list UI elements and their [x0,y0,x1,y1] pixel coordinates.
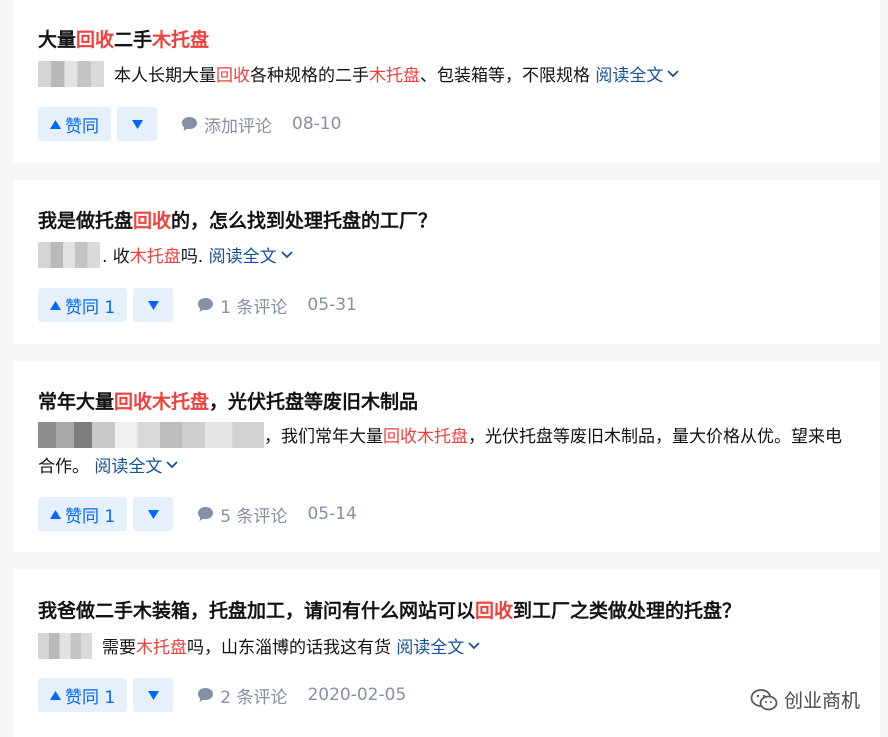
answer-date: 2020-02-05 [307,685,407,705]
upvote-label: 赞同 1 [65,687,116,708]
comment-label: 5 条评论 [220,506,288,527]
downvote-button[interactable] [133,288,174,322]
keyword-highlight: 回收 [133,210,172,232]
text-segment: 到工厂之类做处理的托盘？ [513,600,742,622]
text-segment: 我是做托盘 [38,210,134,232]
chevron-down-icon [468,642,481,650]
answer-excerpt[interactable]: 本人长期大量回收各种规格的二手木托盘、包装箱等，不限规格 阅读全文 [38,61,852,91]
keyword-highlight: 回收木托盘 [114,391,210,413]
question-title[interactable]: 我爸做二手木装箱，托盘加工，请问有什么网站可以回收到工厂之类做处理的托盘？ [38,598,741,624]
downvote-button[interactable] [133,497,174,531]
question-title[interactable]: 大量回收二手木托盘 [38,27,209,53]
triangle-up-icon [50,690,61,700]
text-segment: 常年大量 [38,391,115,413]
text-segment: 、包装箱等，不限规格 [420,66,590,86]
triangle-down-icon [131,119,143,129]
comment-button[interactable]: 添加评论 [181,112,272,137]
excerpt-text: 本人长期大量回收各种规格的二手木托盘、包装箱等，不限规格 [114,66,590,86]
text-segment: 吗. [180,247,204,267]
excerpt-text: 需要木托盘吗，山东淄博的话我这有货 [102,638,391,658]
text-segment: 本人长期大量 [114,66,216,86]
action-bar: 赞同 1 1 条评论 05-31 [38,288,357,322]
text-segment: 各种规格的二手 [250,66,369,86]
comment-label: 2 条评论 [220,687,288,708]
text-segment: ，光伏托盘等废旧木制品 [209,391,419,413]
read-more-link[interactable]: 阅读全文 [595,66,680,86]
answer-card: 常年大量回收木托盘，光伏托盘等废旧木制品 ，我们常年大量回收木托盘，光伏托盘等废… [13,361,880,552]
blurred-author [38,242,100,268]
blurred-author [38,633,92,659]
upvote-label: 赞同 1 [65,297,116,318]
upvote-label: 赞同 [65,116,99,137]
comment-button[interactable]: 2 条评论 [197,683,287,708]
chevron-down-icon [166,461,179,469]
text-segment: 大量 [38,29,77,51]
comment-label: 1 条评论 [220,297,288,318]
answer-date: 05-14 [307,504,357,524]
triangle-up-icon [50,119,61,129]
text-segment: 二手 [114,29,153,51]
watermark: 创业商机 [750,686,860,713]
comment-button[interactable]: 5 条评论 [197,502,287,527]
excerpt-text: . 收木托盘吗. [102,247,203,267]
keyword-highlight: 木托盘 [136,638,187,658]
upvote-button[interactable]: 赞同 1 [38,678,128,712]
blurred-author [38,61,104,87]
comment-bubble-icon [198,688,214,702]
read-more-link[interactable]: 阅读全文 [94,457,179,477]
comment-label: 添加评论 [204,116,272,137]
comment-button[interactable]: 1 条评论 [197,293,287,318]
answer-card: 大量回收二手木托盘 本人长期大量回收各种规格的二手木托盘、包装箱等，不限规格 阅… [13,0,880,163]
keyword-highlight: 回收木托盘 [383,427,468,447]
triangle-down-icon [147,509,159,519]
question-title[interactable]: 常年大量回收木托盘，光伏托盘等废旧木制品 [38,389,418,415]
question-title[interactable]: 我是做托盘回收的，怎么找到处理托盘的工厂？ [38,208,437,234]
blurred-author [38,422,264,448]
comment-bubble-icon [198,298,214,312]
chevron-down-icon [280,251,293,259]
wechat-icon [750,688,778,710]
keyword-highlight: 回收 [475,600,514,622]
triangle-down-icon [147,690,159,700]
text-segment: ，我们常年大量 [264,427,383,447]
keyword-highlight: 木托盘 [129,247,181,267]
downvote-button[interactable] [133,678,174,712]
keyword-highlight: 木托盘 [152,29,210,51]
answer-excerpt[interactable]: 需要木托盘吗，山东淄博的话我这有货 阅读全文 [38,633,852,663]
text-segment: 的，怎么找到处理托盘的工厂？ [171,210,438,232]
text-segment: 我爸做二手木装箱，托盘加工，请问有什么网站可以 [38,600,476,622]
triangle-down-icon [147,300,159,310]
upvote-label: 赞同 1 [65,506,116,527]
answer-date: 05-31 [307,295,357,315]
text-segment: 需要 [102,638,136,658]
keyword-highlight: 木托盘 [369,66,420,86]
answer-date: 08-10 [292,114,342,134]
answer-excerpt[interactable]: . 收木托盘吗. 阅读全文 [38,242,852,272]
watermark-text: 创业商机 [783,690,860,712]
keyword-highlight: 回收 [76,29,115,51]
triangle-up-icon [50,509,61,519]
action-bar: 赞同 添加评论 08-10 [38,107,341,141]
upvote-button[interactable]: 赞同 [38,107,111,141]
read-more-link[interactable]: 阅读全文 [209,247,293,267]
text-segment: . 收 [102,247,130,267]
downvote-button[interactable] [117,107,157,141]
upvote-button[interactable]: 赞同 1 [38,497,128,531]
keyword-highlight: 回收 [216,66,250,86]
chevron-down-icon [667,70,680,78]
answer-excerpt[interactable]: ，我们常年大量回收木托盘，光伏托盘等废旧木制品，量大价格从优。望来电合作。 阅读… [38,422,852,482]
upvote-button[interactable]: 赞同 1 [38,288,128,322]
answer-card: 我是做托盘回收的，怎么找到处理托盘的工厂？ . 收木托盘吗. 阅读全文 赞同 1… [13,180,880,344]
read-more-link[interactable]: 阅读全文 [396,638,481,658]
action-bar: 赞同 1 5 条评论 05-14 [38,497,357,531]
comment-bubble-icon [198,507,214,521]
text-segment: 吗，山东淄博的话我这有货 [187,638,391,658]
action-bar: 赞同 1 2 条评论 2020-02-05 [38,678,406,712]
triangle-up-icon [50,300,61,310]
comment-bubble-icon [182,117,197,131]
